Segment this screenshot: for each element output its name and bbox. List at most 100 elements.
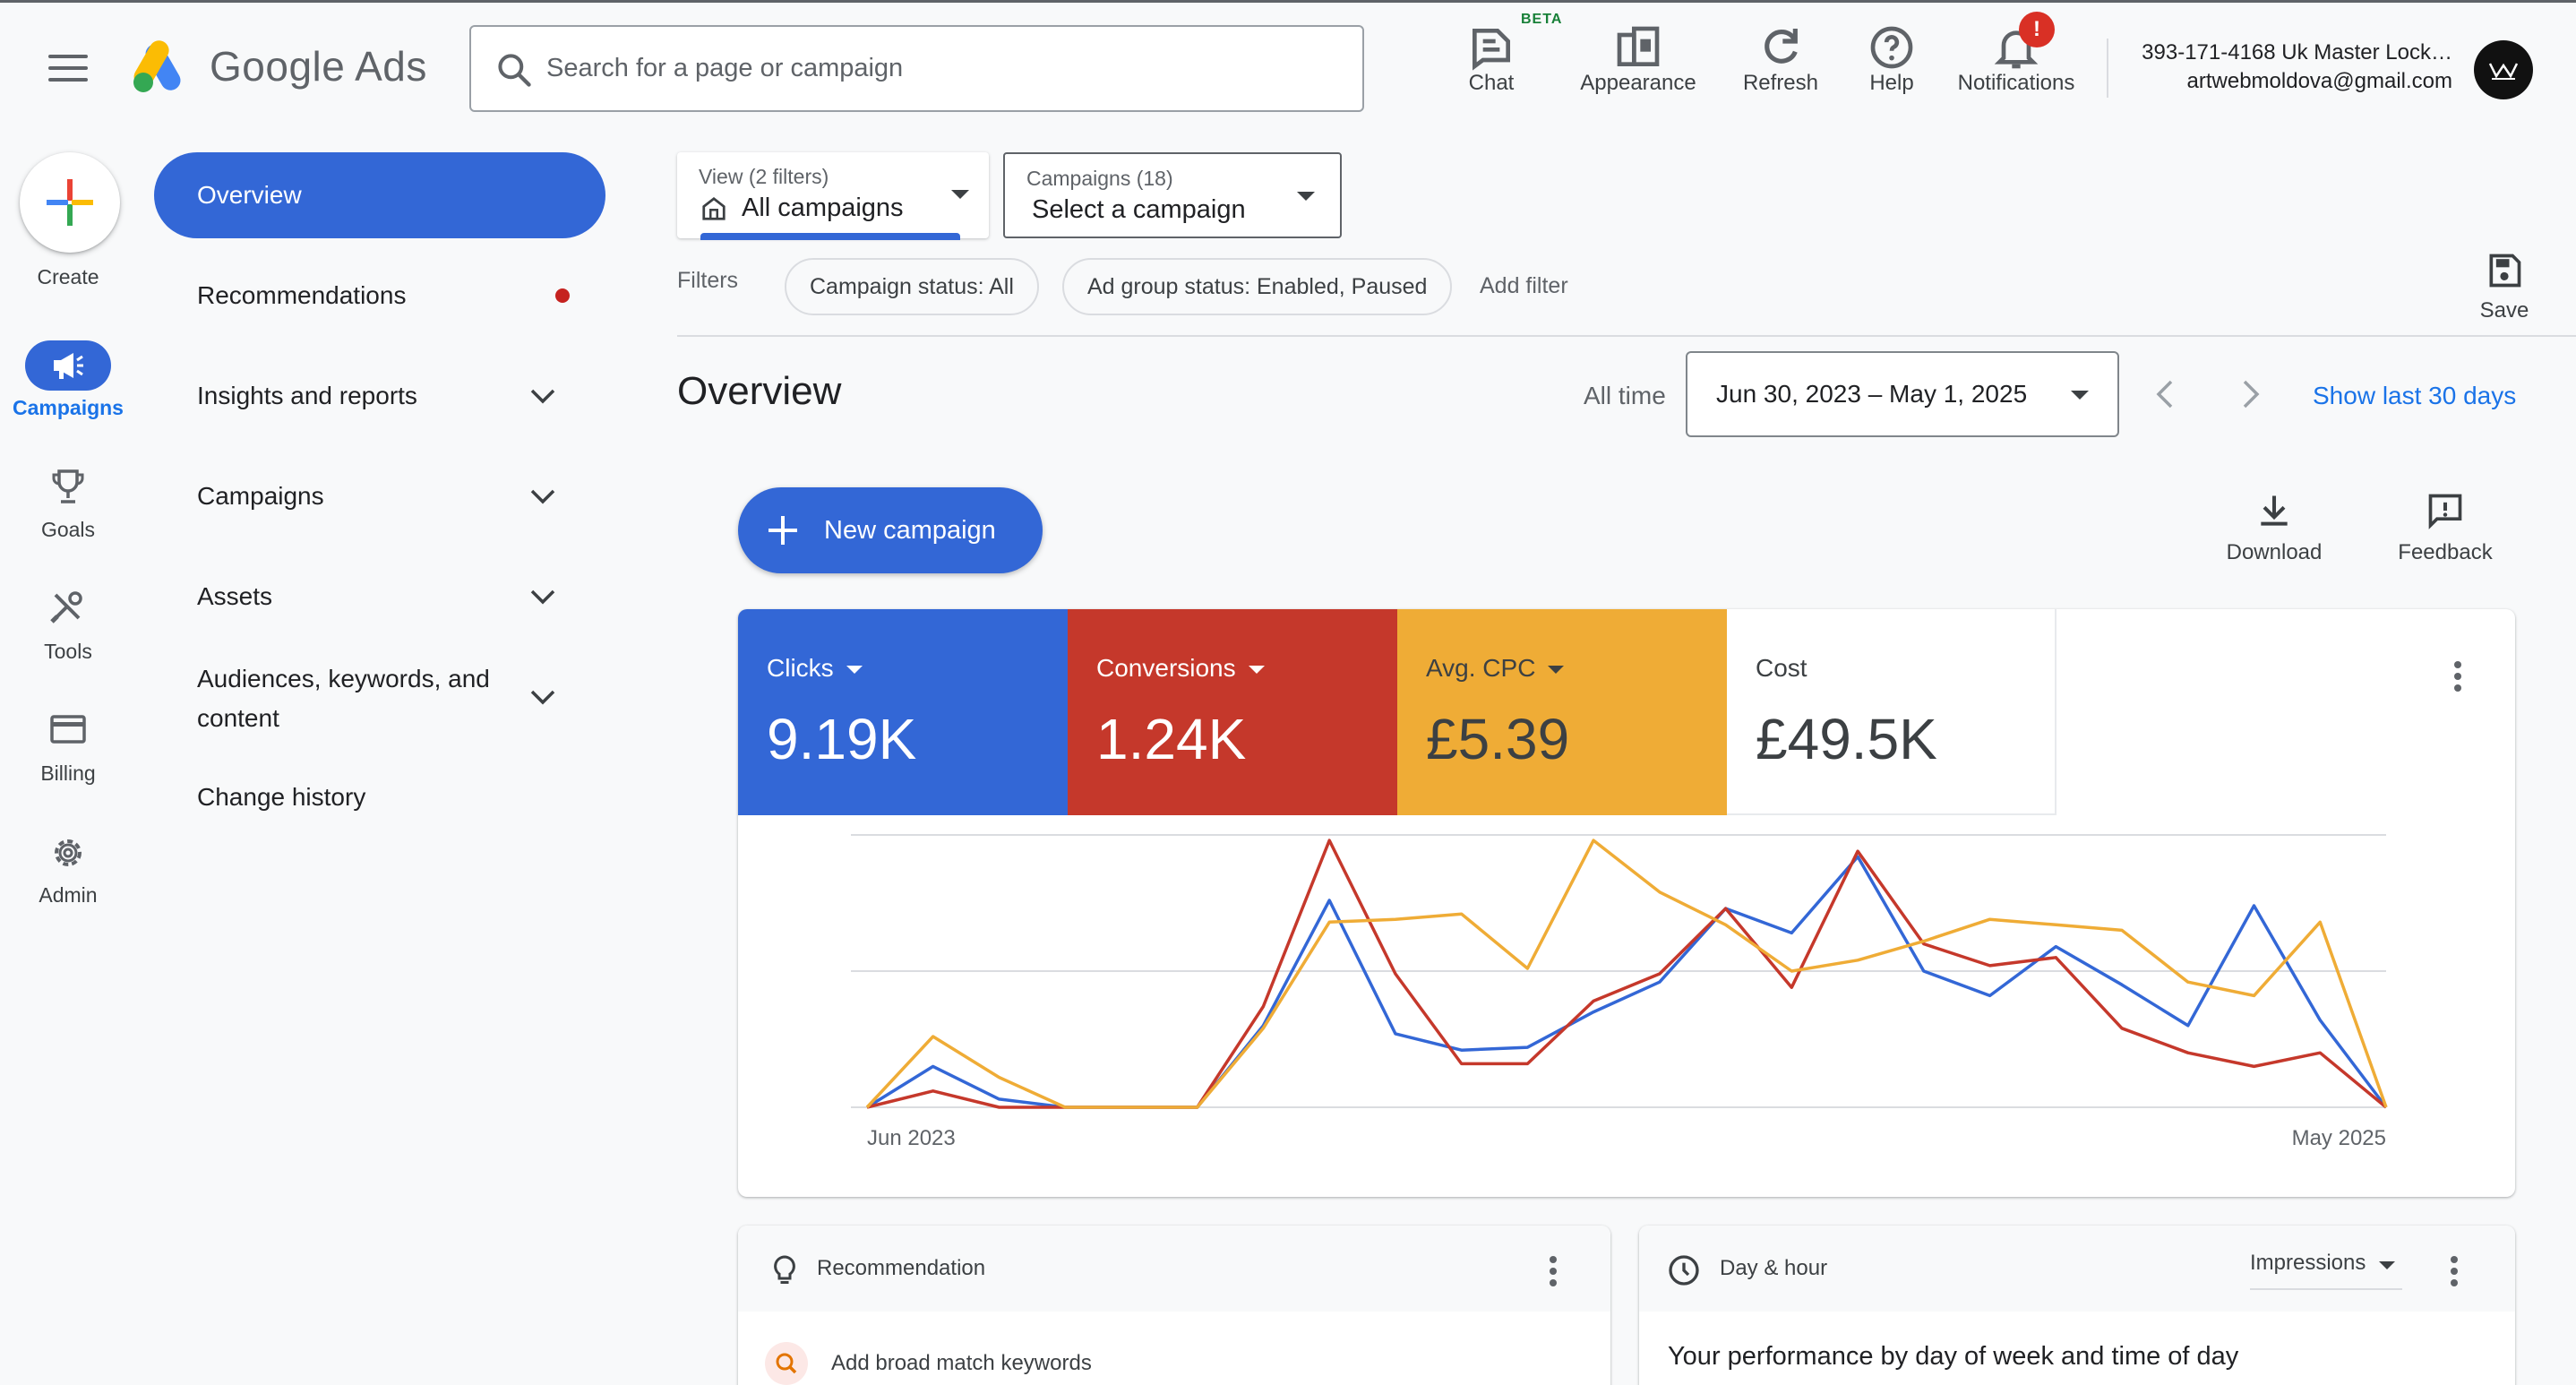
save-icon	[2489, 254, 2521, 288]
avatar[interactable]	[2474, 40, 2533, 99]
metric-clicks[interactable]: Clicks 9.19K	[738, 609, 1068, 815]
chevron-down-icon[interactable]	[528, 487, 557, 505]
chevron-down-icon[interactable]	[528, 387, 557, 405]
tools-icon	[50, 591, 82, 624]
more-options-icon[interactable]	[1548, 1256, 1558, 1291]
chart-series-line-2	[865, 839, 2388, 1109]
campaign-selector[interactable]: Campaigns (18) Select a campaign	[1003, 152, 1342, 238]
view-selector[interactable]: View (2 filters) All campaigns	[677, 152, 989, 240]
nav-item-campaigns[interactable]: Campaigns	[197, 482, 324, 511]
more-options-icon[interactable]	[2449, 1256, 2460, 1291]
filter-chip-ad-group-status[interactable]: Ad group status: Enabled, Paused	[1062, 258, 1453, 315]
show-last-30-days-link[interactable]: Show last 30 days	[2313, 382, 2516, 410]
active-underline	[700, 233, 960, 240]
create-plus-icon	[47, 179, 93, 226]
notifications-button[interactable]: Notifications	[1945, 21, 2087, 110]
chevron-left-icon[interactable]	[2150, 376, 2182, 412]
caret-down-icon	[2071, 391, 2089, 400]
day-hour-subtitle: Your performance by day of week and time…	[1668, 1342, 2239, 1371]
recommendation-item-icon-wrap	[765, 1342, 808, 1385]
rail-item-goals[interactable]: Goals	[0, 462, 136, 542]
download-icon	[2261, 495, 2288, 526]
dropdown-arrow-icon	[1248, 666, 1265, 675]
help-label: Help	[1869, 71, 1914, 95]
main-menu-icon[interactable]	[48, 55, 88, 83]
recommendation-card-title: Recommendation	[817, 1256, 986, 1280]
store-icon	[702, 197, 726, 220]
nav-audiences-line1: Audiences, keywords, and	[197, 665, 490, 692]
refresh-button[interactable]: Refresh	[1734, 21, 1827, 110]
avatar-logo-icon	[2488, 63, 2519, 80]
chart-series-line-1	[866, 839, 2388, 1109]
date-range-picker[interactable]: Jun 30, 2023 – May 1, 2025	[1686, 351, 2119, 437]
create-button[interactable]	[20, 152, 120, 253]
date-preset-label: All time	[1584, 382, 1666, 409]
search-placeholder: Search for a page or campaign	[546, 54, 904, 82]
search-input[interactable]: Search for a page or campaign	[469, 25, 1364, 112]
appearance-icon	[1617, 26, 1660, 66]
filter-chip-campaign-status[interactable]: Campaign status: All	[785, 258, 1039, 315]
day-hour-card: Day & hour Impressions Your performance …	[1639, 1226, 2515, 1385]
metric-name: Clicks	[767, 654, 863, 683]
save-button[interactable]: Save	[2465, 251, 2544, 326]
nav-item-change-history[interactable]: Change history	[197, 783, 365, 812]
nav-item-recommendations[interactable]: Recommendations	[197, 281, 406, 310]
save-label: Save	[2479, 298, 2529, 323]
nav-item-assets[interactable]: Assets	[197, 582, 272, 611]
campaigns-rail-label: Campaigns	[13, 396, 124, 419]
nav-item-insights[interactable]: Insights and reports	[197, 382, 417, 410]
appearance-label: Appearance	[1580, 71, 1696, 95]
chevron-right-icon[interactable]	[2234, 376, 2266, 412]
chevron-down-icon[interactable]	[528, 588, 557, 606]
add-filter-button[interactable]: Add filter	[1480, 273, 1568, 299]
day-hour-card-title: Day & hour	[1720, 1256, 1828, 1280]
nav-item-overview[interactable]: Overview	[154, 152, 605, 238]
recommendations-dot	[555, 288, 570, 303]
rail-create-label-wrap: Create	[0, 260, 136, 289]
feedback-button[interactable]: Feedback	[2386, 491, 2504, 565]
new-campaign-button[interactable]: New campaign	[738, 487, 1043, 573]
megaphone-icon	[54, 353, 83, 379]
recommendation-item[interactable]: Add broad match keywords	[831, 1351, 1092, 1376]
notifications-alert-badge: !	[2019, 12, 2055, 47]
notifications-label: Notifications	[1957, 71, 2075, 95]
trophy-icon	[52, 469, 84, 503]
performance-chart: Jun 2023 May 2025	[851, 834, 2388, 1150]
search-icon	[498, 54, 531, 87]
metric-cost[interactable]: Cost £49.5K	[1727, 609, 2057, 815]
caret-down-icon	[2379, 1261, 2395, 1269]
rail-item-billing[interactable]: Billing	[0, 706, 136, 786]
caret-down-icon	[951, 190, 969, 199]
download-button[interactable]: Download	[2218, 491, 2331, 565]
metric-name: Cost	[1756, 654, 1807, 682]
more-options-icon[interactable]	[2452, 661, 2463, 696]
help-button[interactable]: Help	[1856, 21, 1928, 110]
chat-label: Chat	[1468, 71, 1515, 95]
gear-icon	[55, 839, 82, 866]
create-label: Create	[37, 265, 99, 288]
schedule-icon	[1669, 1255, 1699, 1286]
rail-item-tools[interactable]: Tools	[0, 584, 136, 664]
rail-item-campaigns[interactable]: Campaigns	[0, 340, 136, 420]
download-label: Download	[2226, 540, 2323, 564]
refresh-icon	[1765, 29, 1798, 64]
account-switcher[interactable]: 393-171-4168 Uk Master Lock… artwebmoldo…	[2142, 39, 2452, 96]
metric-value: 1.24K	[1096, 707, 1247, 771]
rail-item-admin[interactable]: Admin	[0, 828, 136, 908]
chat-button[interactable]: Chat	[1453, 21, 1530, 110]
caret-down-icon	[1297, 192, 1315, 201]
toolbar-divider	[2107, 39, 2108, 98]
metric-avg-cpc[interactable]: Avg. CPC £5.39	[1397, 609, 1727, 815]
date-range-value: Jun 30, 2023 – May 1, 2025	[1716, 380, 2028, 408]
impressions-dropdown[interactable]: Impressions	[2250, 1251, 2402, 1290]
metric-value: £5.39	[1426, 707, 1570, 771]
chevron-down-icon[interactable]	[528, 688, 557, 706]
metric-conversions[interactable]: Conversions 1.24K	[1068, 609, 1397, 815]
nav-item-audiences[interactable]: Audiences, keywords, and content	[197, 665, 490, 733]
appearance-button[interactable]: Appearance	[1573, 21, 1704, 110]
dropdown-arrow-icon	[1548, 666, 1565, 675]
impressions-dropdown-value: Impressions	[2250, 1251, 2366, 1275]
page-title: Overview	[677, 369, 842, 413]
goals-label: Goals	[40, 518, 96, 541]
plus-icon	[769, 516, 797, 545]
